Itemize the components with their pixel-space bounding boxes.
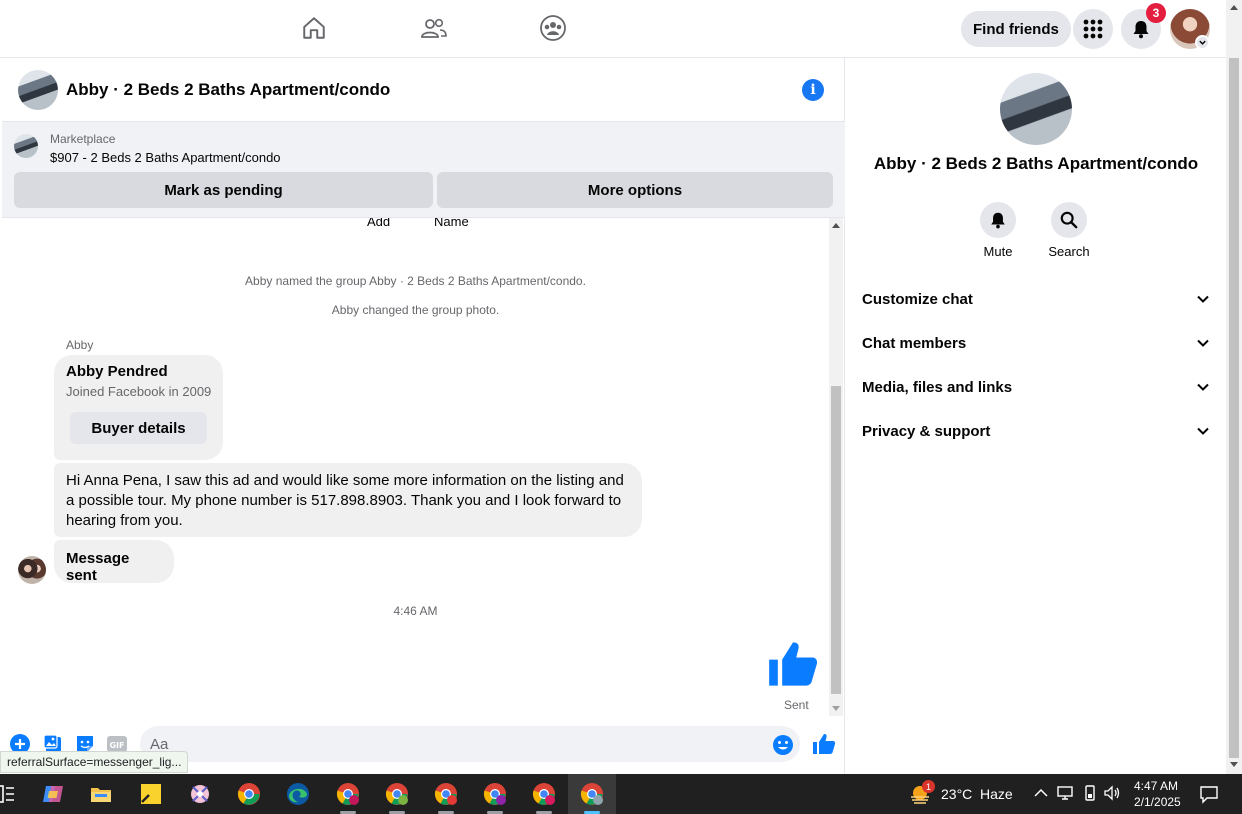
svg-text:GIF: GIF bbox=[109, 741, 124, 750]
sender-avatar[interactable] bbox=[18, 556, 46, 584]
network-icon[interactable] bbox=[1056, 784, 1074, 802]
chrome-profile-icon[interactable] bbox=[434, 782, 458, 806]
marketplace-label: Marketplace bbox=[50, 132, 116, 146]
system-message: Abby named the group Abby · 2 Beds 2 Bat… bbox=[245, 274, 586, 288]
chevron-down-icon bbox=[1197, 295, 1209, 303]
page-scroll-thumb[interactable] bbox=[1229, 58, 1239, 758]
details-title: Abby · 2 Beds 2 Baths Apartment/condo bbox=[873, 154, 1199, 173]
system-message: Abby changed the group photo. bbox=[331, 303, 500, 317]
groups-icon[interactable] bbox=[538, 13, 568, 43]
message-scrollbar[interactable] bbox=[829, 218, 843, 716]
buyer-name: Abby Pendred bbox=[66, 363, 168, 380]
bell-icon bbox=[1133, 21, 1149, 39]
add-label[interactable]: Add bbox=[367, 218, 390, 229]
mute-button[interactable]: Mute bbox=[963, 202, 1033, 259]
message-sent-bubble: Message sent bbox=[54, 540, 174, 584]
chat-members-section[interactable]: Chat members bbox=[862, 325, 1210, 361]
chevron-down-icon bbox=[1197, 339, 1209, 347]
bell-icon bbox=[991, 212, 1005, 229]
weather-description[interactable]: Haze bbox=[980, 786, 1013, 802]
marketplace-banner: Marketplace $907 - 2 Beds 2 Baths Apartm… bbox=[2, 122, 845, 218]
windows-taskbar: 1 23°C Haze 4:47 AM 2/1/2025 bbox=[0, 774, 1242, 814]
weather-temperature[interactable]: 23°C bbox=[941, 786, 972, 802]
search-label: Search bbox=[1048, 244, 1090, 259]
copilot-icon[interactable] bbox=[41, 782, 65, 806]
search-button[interactable]: Search bbox=[1034, 202, 1104, 259]
more-options-button[interactable]: More options bbox=[437, 172, 833, 208]
media-files-links-section[interactable]: Media, files and links bbox=[862, 369, 1210, 405]
menu-grid-button[interactable] bbox=[1073, 9, 1113, 49]
mute-label: Mute bbox=[983, 244, 1013, 259]
send-like-icon[interactable] bbox=[812, 732, 836, 756]
battery-icon[interactable] bbox=[1081, 784, 1099, 802]
volume-icon[interactable] bbox=[1103, 784, 1121, 802]
scroll-down-icon[interactable] bbox=[832, 706, 840, 712]
edge-icon[interactable] bbox=[286, 782, 310, 806]
task-view-icon[interactable] bbox=[0, 782, 18, 806]
info-icon[interactable]: i bbox=[802, 79, 824, 101]
chrome-icon[interactable] bbox=[237, 782, 261, 806]
notification-center-icon[interactable] bbox=[1199, 784, 1219, 804]
find-friends-button[interactable]: Find friends bbox=[961, 11, 1071, 47]
status-bar-url: referralSurface=messenger_lig... bbox=[0, 751, 189, 773]
grid-icon bbox=[1083, 19, 1103, 39]
listing-title[interactable]: $907 - 2 Beds 2 Baths Apartment/condo bbox=[50, 150, 281, 165]
chevron-down-icon bbox=[1197, 383, 1209, 391]
listing-thumbnail[interactable] bbox=[14, 134, 38, 158]
notification-badge: 3 bbox=[1146, 3, 1166, 23]
buyer-joined-text: Joined Facebook in 2009 bbox=[66, 384, 212, 399]
group-photo-avatar[interactable] bbox=[18, 70, 58, 110]
snipping-tool-icon[interactable] bbox=[188, 782, 212, 806]
clock-time: 4:47 AM bbox=[1134, 779, 1179, 793]
message-bubble: Hi Anna Pena, I saw this ad and would li… bbox=[54, 463, 642, 537]
message-list: Add Name Abby named the group Abby · 2 B… bbox=[2, 218, 829, 716]
privacy-support-section[interactable]: Privacy & support bbox=[862, 413, 1210, 449]
chrome-profile-icon[interactable] bbox=[336, 782, 360, 806]
customize-chat-section[interactable]: Customize chat bbox=[862, 281, 1210, 317]
chat-panel: Abby · 2 Beds 2 Baths Apartment/condo i … bbox=[2, 58, 845, 774]
chrome-profile-icon[interactable] bbox=[580, 782, 604, 806]
friends-icon[interactable] bbox=[419, 13, 449, 43]
chat-header: Abby · 2 Beds 2 Baths Apartment/condo i bbox=[2, 58, 845, 122]
section-label: Customize chat bbox=[862, 290, 973, 308]
chat-details-panel: Abby · 2 Beds 2 Baths Apartment/condo Mu… bbox=[846, 58, 1226, 774]
clock-date: 2/1/2025 bbox=[1134, 795, 1181, 809]
chrome-profile-icon[interactable] bbox=[532, 782, 556, 806]
page-scrollbar[interactable] bbox=[1226, 0, 1242, 774]
scroll-thumb[interactable] bbox=[831, 386, 841, 694]
group-photo-large[interactable] bbox=[1000, 73, 1072, 145]
home-icon[interactable] bbox=[299, 13, 329, 43]
file-explorer-icon[interactable] bbox=[89, 782, 113, 806]
thumbs-up-icon bbox=[769, 642, 818, 686]
scroll-down-icon[interactable] bbox=[1230, 762, 1238, 768]
chevron-up-icon[interactable] bbox=[1032, 784, 1050, 802]
buyer-card-bubble: Abby Pendred Joined Facebook in 2009 Buy… bbox=[54, 355, 223, 460]
search-icon bbox=[1060, 211, 1078, 229]
weather-badge: 1 bbox=[922, 780, 935, 793]
sender-name: Abby bbox=[66, 338, 94, 352]
chat-title[interactable]: Abby · 2 Beds 2 Baths Apartment/condo bbox=[66, 80, 390, 100]
name-label[interactable]: Name bbox=[434, 218, 469, 229]
chevron-down-icon bbox=[1197, 427, 1209, 435]
sticky-notes-icon[interactable] bbox=[139, 782, 163, 806]
top-navigation-bar: Find friends 3 bbox=[0, 0, 1226, 58]
scroll-up-icon[interactable] bbox=[832, 222, 840, 228]
chrome-profile-icon[interactable] bbox=[483, 782, 507, 806]
section-label: Privacy & support bbox=[862, 422, 991, 440]
buyer-details-button[interactable]: Buyer details bbox=[70, 412, 207, 444]
emoji-icon[interactable] bbox=[772, 734, 794, 756]
mark-as-pending-button[interactable]: Mark as pending bbox=[14, 172, 433, 208]
message-input[interactable] bbox=[140, 726, 800, 762]
chevron-down-icon[interactable] bbox=[1195, 35, 1210, 50]
chrome-profile-icon[interactable] bbox=[385, 782, 409, 806]
section-label: Media, files and links bbox=[862, 378, 1013, 396]
system-clock[interactable]: 4:47 AM 2/1/2025 bbox=[1134, 778, 1181, 810]
message-timestamp: 4:46 AM bbox=[393, 604, 438, 618]
scroll-up-icon[interactable] bbox=[1230, 4, 1238, 10]
sent-status: Sent bbox=[784, 698, 809, 712]
section-label: Chat members bbox=[862, 334, 967, 352]
